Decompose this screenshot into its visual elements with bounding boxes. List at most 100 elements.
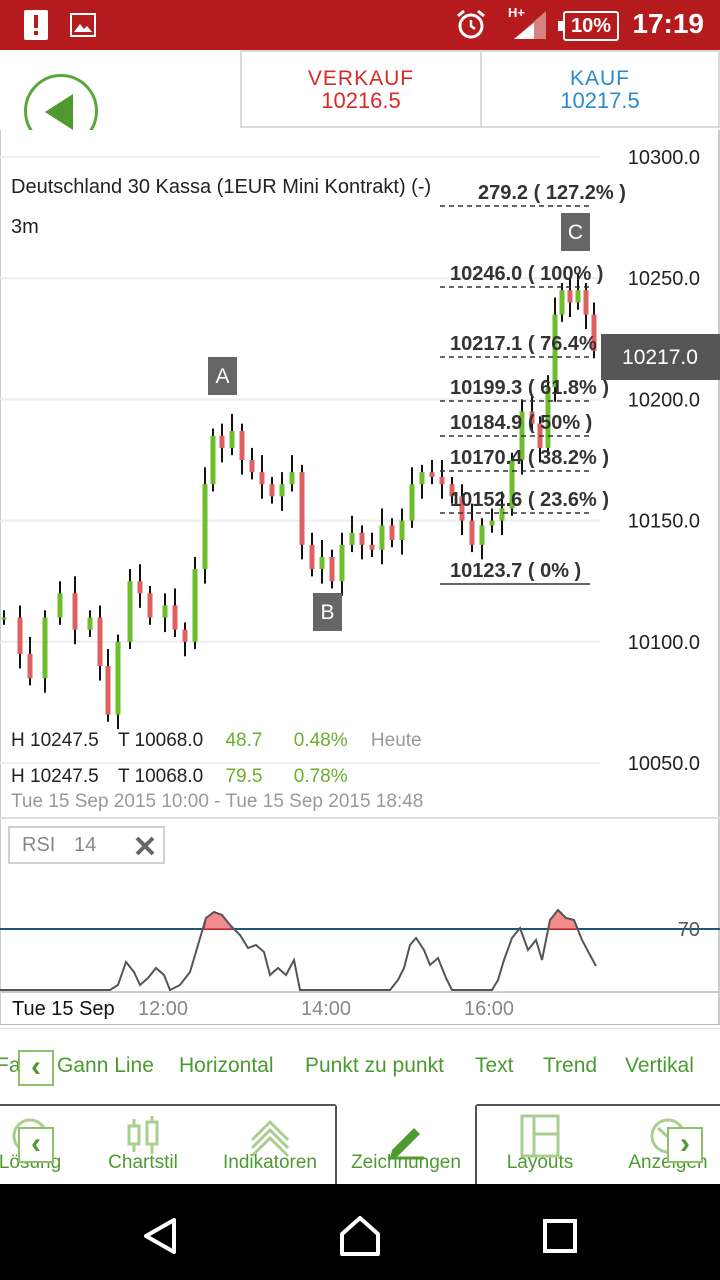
candle-body xyxy=(210,435,216,485)
candle-body xyxy=(1,617,7,620)
point-label: C xyxy=(568,221,583,244)
candle-body xyxy=(399,520,405,540)
price-chart[interactable]: 10300.0 10250.0 10200.0 10150.0 10100.0 10050… xyxy=(0,130,720,1025)
stat-low: T 10068.0 xyxy=(117,730,204,751)
fib-level-label: 10170.4 ( 38.2% ) xyxy=(450,447,609,469)
sell-label: VERKAUF xyxy=(307,67,415,90)
candle-body xyxy=(172,605,178,630)
candle-body xyxy=(575,290,581,303)
candle-body xyxy=(162,605,168,618)
clock: 17:19 xyxy=(632,8,704,39)
fib-level-label: 279.2 ( 127.2% ) xyxy=(478,182,626,204)
stats-row-total: H 10247.5 T 10068.0 79.5 0.78% xyxy=(11,766,348,788)
candle-body xyxy=(299,472,305,545)
current-price-marker: 10217.0 xyxy=(601,334,720,380)
stat-pct: 0.48% xyxy=(293,730,348,751)
stat-high: H 10247.5 xyxy=(11,730,99,751)
interval-label: 3m xyxy=(11,216,39,238)
alarm-icon xyxy=(457,9,485,39)
stat-low: T 10068.0 xyxy=(117,766,204,787)
candle-body xyxy=(583,290,589,315)
y-tick-label: 10300.0 xyxy=(628,147,700,169)
candle-body xyxy=(269,484,275,497)
tool-horizontal[interactable]: Horizontal xyxy=(179,1054,274,1078)
x-tick: 12:00 xyxy=(138,998,189,1020)
tab-layouts[interactable]: Layouts xyxy=(490,1104,590,1184)
battery-indicator: 10% xyxy=(558,11,619,41)
fib-level-label: 10217.1 ( 76.4% xyxy=(450,333,597,355)
x-tick-date: Tue 15 Sep xyxy=(12,998,115,1020)
candle-body xyxy=(249,460,255,473)
signal-icon xyxy=(514,11,546,39)
candle-body xyxy=(559,290,565,315)
candle-body xyxy=(439,476,445,485)
candle-body xyxy=(127,581,133,642)
candle-body xyxy=(469,520,475,545)
candle-body xyxy=(379,525,385,550)
tab-indikatoren[interactable]: Indikatoren xyxy=(205,1104,335,1184)
x-tick: 14:00 xyxy=(301,998,352,1020)
candle-body xyxy=(319,556,325,570)
fib-level-label: 10152.6 ( 23.6% ) xyxy=(450,489,609,511)
buy-label: KAUF xyxy=(569,67,630,90)
tab-label: Layouts xyxy=(506,1152,574,1173)
candle-body xyxy=(57,593,63,618)
back-icon[interactable] xyxy=(140,1216,180,1256)
candle-body xyxy=(229,430,235,448)
candle-body xyxy=(72,593,78,630)
candle-body xyxy=(279,484,285,497)
scroll-left-button[interactable]: ‹ xyxy=(18,1050,54,1086)
candle-body xyxy=(219,435,225,448)
tab-chartstil[interactable]: Chartstil xyxy=(93,1104,193,1184)
candle-body xyxy=(259,472,265,485)
buy-button[interactable]: KAUF 10217.5 xyxy=(480,50,720,128)
candle-body xyxy=(42,617,48,679)
image-icon xyxy=(70,13,96,37)
candle-body xyxy=(339,544,345,582)
fib-level-label: 10184.9 ( 50% ) xyxy=(450,412,592,434)
candle-body xyxy=(97,617,103,667)
tab-label: Chartstil xyxy=(108,1152,178,1173)
tab-zeichnungen[interactable]: Zeichnungen xyxy=(335,1104,477,1184)
close-icon[interactable] xyxy=(134,835,156,857)
sell-button[interactable]: VERKAUF 10216.5 xyxy=(240,50,482,128)
tool-vertical[interactable]: Vertikal xyxy=(625,1054,694,1078)
stat-change: 79.5 xyxy=(225,766,263,787)
rsi-indicator-chip[interactable]: RSI 14 xyxy=(8,826,165,864)
tab-label: Zeichnungen xyxy=(351,1152,461,1173)
recents-icon[interactable] xyxy=(542,1218,578,1254)
current-price-label: 10217.0 xyxy=(622,346,698,369)
buy-price: 10217.5 xyxy=(560,88,640,113)
instrument-title: Deutschland 30 Kassa (1EUR Mini Kontrakt… xyxy=(11,176,432,198)
candle-body xyxy=(369,544,375,550)
tool-gann-line[interactable]: Gann Line xyxy=(57,1054,154,1078)
candle-body xyxy=(429,472,435,477)
home-icon[interactable] xyxy=(338,1214,382,1258)
candle-body xyxy=(349,532,355,545)
tool-text[interactable]: Text xyxy=(475,1054,514,1078)
stat-pct: 0.78% xyxy=(293,766,348,787)
system-nav-bar xyxy=(0,1184,720,1280)
tabs-scroll-left-button[interactable]: ‹ xyxy=(18,1127,54,1163)
tabs-scroll-right-button[interactable]: › xyxy=(667,1127,703,1163)
rsi-label: RSI xyxy=(22,834,56,856)
candle-body xyxy=(479,525,485,545)
fib-level-label: 10123.7 ( 0% ) xyxy=(450,560,581,582)
rsi-level-label: 70 xyxy=(678,919,700,941)
stat-change: 48.7 xyxy=(225,730,263,751)
candle-body xyxy=(309,544,315,570)
tool-trend[interactable]: Trend xyxy=(543,1054,597,1078)
tool-point-to-point[interactable]: Punkt zu punkt xyxy=(305,1054,444,1078)
candle-body xyxy=(87,617,93,630)
candle-body xyxy=(105,666,111,715)
candle-body xyxy=(115,641,121,715)
stat-period: Heute xyxy=(370,730,422,751)
candle-body xyxy=(147,593,153,618)
x-tick: 16:00 xyxy=(464,998,515,1020)
y-tick-label: 10050.0 xyxy=(628,753,700,775)
fib-level-label: 10199.3 ( 61.8% ) xyxy=(450,377,609,399)
sell-price: 10216.5 xyxy=(321,88,401,113)
candle-body xyxy=(419,472,425,485)
rsi-period: 14 xyxy=(74,834,97,856)
y-tick-label: 10100.0 xyxy=(628,632,700,654)
